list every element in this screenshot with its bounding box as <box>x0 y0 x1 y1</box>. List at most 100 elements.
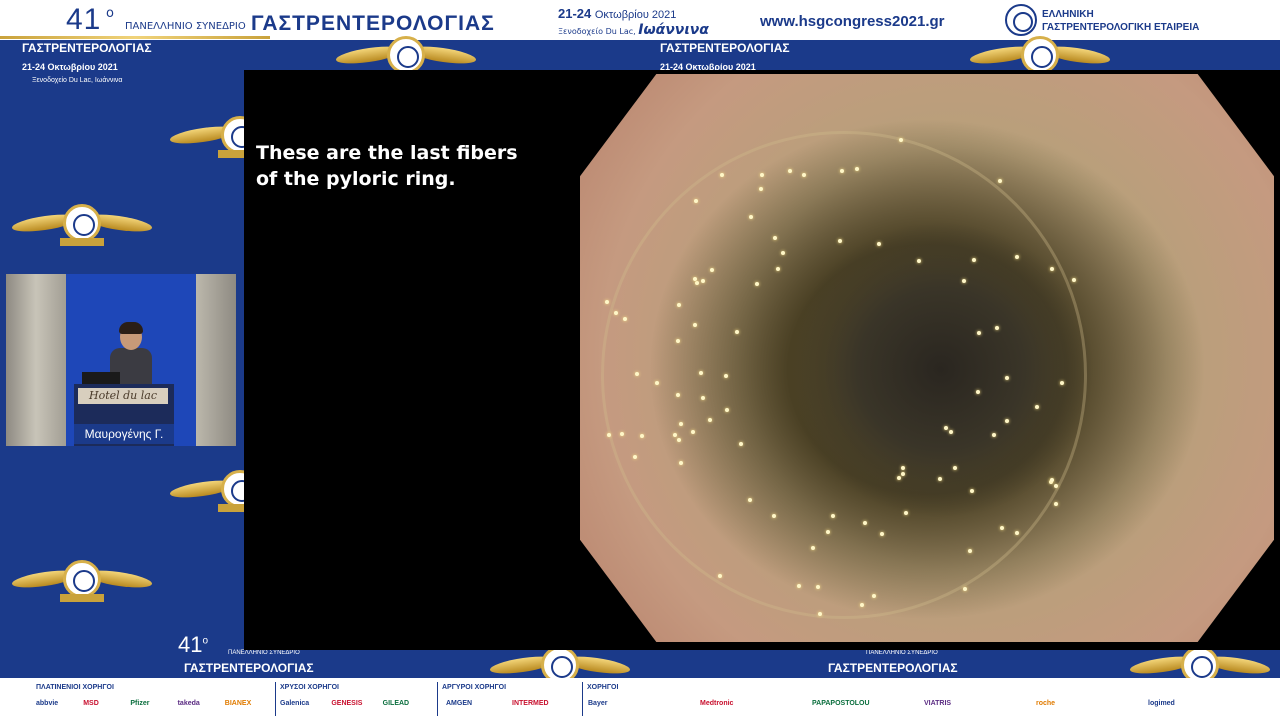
highlight-spark <box>748 215 753 220</box>
highlight-spark <box>780 250 785 255</box>
society-logo-icon <box>1005 4 1037 36</box>
highlight-spark <box>676 437 681 442</box>
edition-number: 41 <box>66 3 102 36</box>
highlight-spark <box>1059 380 1064 385</box>
highlight-spark <box>759 172 764 177</box>
society-name: ΕΛΛΗΝΙΚΗ ΓΑΣΤΡΕΝΤΕΡΟΛΟΓΙΚΗ ΕΤΑΙΡΕΙΑ <box>1042 8 1199 34</box>
highlight-spark <box>796 584 801 589</box>
society-name-line2: ΓΑΣΤΡΕΝΤΕΡΟΛΟΓΙΚΗ ΕΤΑΙΡΕΙΑ <box>1042 22 1200 33</box>
highlight-spark <box>992 432 997 437</box>
highlight-spark <box>916 258 921 263</box>
highlight-spark <box>810 545 815 550</box>
highlight-spark <box>654 380 659 385</box>
highlight-spark <box>776 266 781 271</box>
venue-hotel: Ξενοδοχείο Du Lac, <box>558 27 636 36</box>
sponsor-divider <box>582 682 583 716</box>
highlight-spark <box>838 238 842 243</box>
gold-sponsors-title: ΧΡΥΣΟΙ ΧΟΡΗΓΟΙ <box>280 684 339 691</box>
sponsor-logo: PAPAPOSTOLOU <box>812 700 870 707</box>
highlight-spark <box>772 236 777 241</box>
highlight-spark <box>707 417 712 422</box>
sponsor-logo: GILEAD <box>382 700 410 707</box>
edition-superscript: ο <box>106 6 114 21</box>
highlight-spark <box>899 137 904 142</box>
video-caption: These are the last fibers of the pyloric… <box>256 140 518 192</box>
platinum-sponsors-title: ΠΛΑΤΙΝΕΝΙΟΙ ΧΟΡΗΓΟΙ <box>36 684 114 691</box>
sponsor-logo: INTERMED <box>512 700 549 707</box>
conference-title: ΓΑΣΤΡΕΝΤΕΡΟΛΟΓΙΑΣ <box>251 12 495 35</box>
highlight-spark <box>717 574 722 579</box>
highlight-spark <box>975 389 980 394</box>
highlight-spark <box>632 454 637 459</box>
highlight-spark <box>994 325 999 330</box>
sponsor-logo: logimed <box>1148 700 1175 707</box>
sponsor-logo: abbvie <box>36 700 59 707</box>
sponsor-logo: MSD <box>83 700 99 707</box>
sponsor-logo: VIATRIS <box>924 700 952 707</box>
highlight-spark <box>1054 501 1059 506</box>
speaker-name: Μαυρογένης Γ. <box>74 424 174 444</box>
conference-header: 41 ο ΠΑΝΕΛΛΗΝΙΟ ΣΥΝΕΔΡΙΟ ΓΑΣΤΡΕΝΤΕΡΟΛΟΓΙ… <box>0 0 1280 40</box>
bg-title-center: ΓΑΣΤΡΕΝΤΕΡΟΛΟΓΙΑΣ <box>660 41 790 55</box>
highlight-spark <box>614 310 619 315</box>
highlight-spark <box>969 488 974 493</box>
highlight-spark <box>971 257 976 262</box>
highlight-spark <box>695 280 700 285</box>
sponsor-logo: Medtronic <box>700 700 734 707</box>
sponsors-bar: ΠΛΑΤΙΝΕΝΙΟΙ ΧΟΡΗΓΟΙ abbvie MSD Pfizer taked… <box>0 678 1280 720</box>
curtain-left <box>6 274 66 446</box>
highlight-spark <box>1071 277 1076 282</box>
podium-sign: Hotel du lac <box>78 388 168 404</box>
bg-bottom-title: ΓΑΣΤΡΕΝΤΕΡΟΛΟΓΙΑΣ <box>184 661 314 675</box>
sponsor-logo: Galenica <box>280 700 310 707</box>
highlight-spark <box>830 513 835 518</box>
pyloric-ring <box>600 130 1087 620</box>
bg-bottom-number-value: 41 <box>178 632 203 657</box>
presentation-video[interactable]: These are the last fibers of the pyloric… <box>244 70 1280 650</box>
sponsor-logo: takeda <box>177 700 200 707</box>
dates-days: 21-24 <box>558 6 592 21</box>
highlight-spark <box>771 513 776 518</box>
society-name-line1: ΕΛΛΗΝΙΚΗ <box>1042 9 1094 20</box>
bg-bottom-title-right: ΓΑΣΤΡΕΝΤΕΡΟΛΟΓΙΑΣ <box>828 661 958 675</box>
silver-sponsors-title: ΑΡΓΥΡΟΙ ΧΟΡΗΓΟΙ <box>442 684 507 691</box>
highlight-spark <box>788 168 793 173</box>
speaker-camera[interactable]: Hotel du lac Μαυρογένης Γ. <box>6 274 236 446</box>
sponsor-divider <box>275 682 276 716</box>
congress-url[interactable]: www.hsgcongress2021.gr <box>760 13 945 30</box>
bg-title-left: ΓΑΣΤΡΕΝΤΕΡΟΛΟΓΙΑΣ <box>22 41 152 55</box>
sponsor-logo: BIANEX <box>224 700 252 707</box>
bg-bottom-number: 41ο <box>178 632 208 658</box>
bg-dates-left: 21-24 Οκτωβρίου 2021 <box>22 62 118 72</box>
highlight-spark <box>962 586 967 591</box>
conference-dates: 21-24 Οκτωβρίου 2021 <box>558 6 676 21</box>
gold-divider <box>0 36 270 39</box>
caption-line2: of the pyloric ring. <box>256 168 456 190</box>
highlight-spark <box>998 178 1003 183</box>
venue-city: Ιωάννινα <box>638 22 709 38</box>
caption-line1: These are the last fibers <box>256 142 518 164</box>
sponsors-title: ΧΟΡΗΓΟΙ <box>587 684 619 691</box>
bg-bottom-subtitle: ΠΑΝΕΛΛΗΝΙΟ ΣΥΝΕΔΡΙΟ <box>228 650 300 656</box>
highlight-spark <box>724 407 729 412</box>
dates-month: Οκτωβρίου 2021 <box>594 9 677 21</box>
highlight-spark <box>879 531 884 536</box>
sponsor-logo: Bayer <box>588 700 608 707</box>
sponsor-divider <box>437 682 438 716</box>
highlight-spark <box>692 276 697 281</box>
highlight-spark <box>605 299 610 304</box>
highlight-spark <box>606 432 611 437</box>
bg-bottom-sup: ο <box>202 635 209 647</box>
conference-venue: Ξενοδοχείο Du Lac, Ιωάννινα <box>558 22 709 38</box>
sponsor-logo: Pfizer <box>130 700 150 707</box>
congress-emblem-icon <box>12 204 152 246</box>
highlight-spark <box>677 302 682 307</box>
conference-subtitle: ΠΑΝΕΛΛΗΝΙΟ ΣΥΝΕΔΡΙΟ <box>125 21 246 32</box>
highlight-spark <box>825 530 830 535</box>
curtain-right <box>196 274 236 446</box>
congress-emblem-icon <box>12 560 152 602</box>
endoscopy-image <box>580 74 1274 642</box>
bg-venue-left: Ξενοδοχείο Du Lac, Ιωάννινα <box>32 77 123 84</box>
highlight-spark <box>639 433 644 438</box>
highlight-spark <box>698 370 703 375</box>
